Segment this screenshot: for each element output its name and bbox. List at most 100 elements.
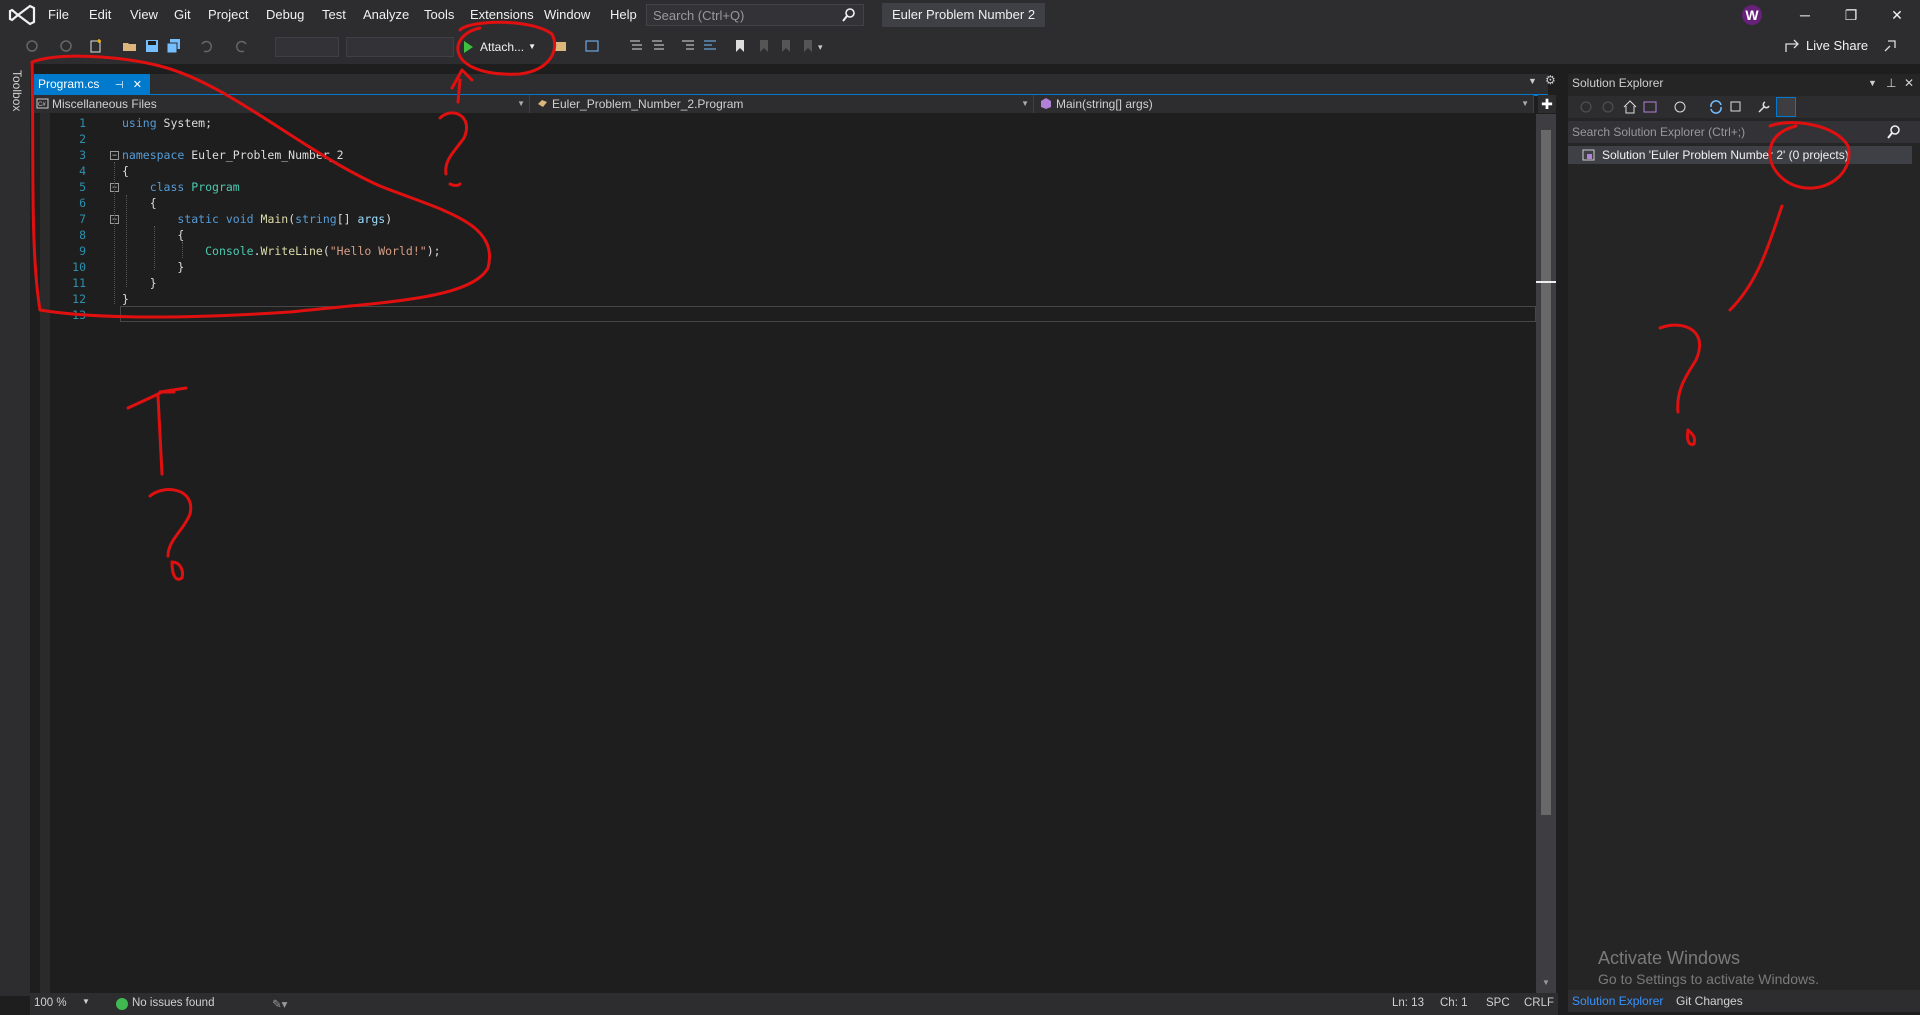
type-scope-dropdown[interactable]: Euler_Problem_Number_2.Program ▼ — [534, 95, 1034, 113]
solution-tree-node[interactable]: Solution 'Euler Problem Number 2' (0 pro… — [1568, 146, 1912, 164]
chevron-down-icon[interactable]: ▼ — [82, 997, 90, 1006]
window-position-dropdown-icon[interactable]: ▼ — [1868, 74, 1877, 92]
standard-toolbar: Attach... ▼ ▾ Live Share — [0, 30, 1920, 64]
check-circle-icon — [116, 998, 128, 1010]
step-into-icon[interactable] — [628, 38, 644, 54]
new-project-icon[interactable] — [88, 38, 104, 54]
tab-program-cs[interactable]: Program.cs ⊣ ✕ — [34, 74, 150, 94]
search-icon[interactable] — [1886, 124, 1902, 140]
outdent-icon[interactable] — [702, 38, 718, 54]
line-number: 11 — [72, 276, 86, 290]
code-line: } — [122, 260, 185, 274]
line-ending-status[interactable]: CRLF — [1524, 997, 1554, 1009]
tab-git-changes[interactable]: Git Changes — [1672, 990, 1747, 1012]
line-number-status: Ln: 13 — [1392, 997, 1424, 1009]
class-icon — [538, 100, 547, 107]
method-icon — [1041, 98, 1051, 109]
solution-explorer-header: Solution Explorer ▼ ⊥ ✕ — [1568, 74, 1920, 92]
next-bookmark-icon[interactable] — [778, 38, 794, 54]
auto-hide-pin-icon[interactable]: ⊥ — [1886, 74, 1896, 92]
whitespace-status[interactable]: SPC — [1486, 997, 1510, 1009]
title-bar: File Edit View Git Project Debug Test An… — [0, 0, 1920, 30]
prev-bookmark-icon[interactable] — [756, 38, 772, 54]
code-line: class Program — [149, 180, 240, 194]
project-scope-dropdown[interactable]: C# Miscellaneous Files ▼ — [34, 95, 530, 113]
restore-icon[interactable]: ❐ — [1828, 0, 1874, 30]
menu-extensions[interactable]: Extensions — [462, 0, 542, 30]
solution-icon — [1582, 149, 1595, 161]
tab-solution-explorer[interactable]: Solution Explorer — [1568, 990, 1667, 1012]
menu-edit[interactable]: Edit — [81, 0, 119, 30]
close-icon[interactable]: ✕ — [1904, 74, 1914, 92]
close-window-icon[interactable]: ✕ — [1874, 0, 1920, 30]
preview-selected-items-icon[interactable] — [1776, 97, 1796, 117]
indent-icon[interactable] — [680, 38, 696, 54]
member-scope-dropdown[interactable]: Main(string[] args) ▼ — [1038, 95, 1534, 113]
line-number: 13 — [72, 308, 86, 322]
solution-configuration-dropdown[interactable] — [275, 37, 339, 57]
issues-status[interactable]: No issues found — [132, 997, 214, 1009]
save-icon[interactable] — [144, 38, 160, 54]
menu-file[interactable]: File — [40, 0, 77, 30]
solution-platform-dropdown[interactable] — [346, 37, 454, 57]
save-all-icon[interactable] — [166, 38, 182, 54]
chevron-down-icon: ▼ — [1021, 99, 1029, 108]
open-file-icon[interactable] — [122, 38, 138, 54]
scroll-down-icon[interactable]: ▼ — [1542, 978, 1550, 987]
menu-git[interactable]: Git — [166, 0, 199, 30]
menu-analyze[interactable]: Analyze — [355, 0, 417, 30]
forward-icon[interactable] — [1600, 99, 1616, 115]
feedback-icon[interactable] — [1882, 38, 1898, 54]
pending-changes-filter-icon[interactable] — [1672, 99, 1688, 115]
switch-views-icon[interactable] — [1642, 99, 1658, 115]
menu-test[interactable]: Test — [314, 0, 354, 30]
menu-help[interactable]: Help — [602, 0, 645, 30]
code-line: { — [122, 196, 157, 210]
toolbox-tab[interactable]: Toolbox — [10, 70, 24, 130]
search-input[interactable]: Search (Ctrl+Q) — [646, 4, 864, 26]
undo-icon[interactable] — [198, 38, 214, 54]
zoom-level-dropdown[interactable]: 100 % — [34, 997, 67, 1009]
screenshot-icon[interactable] — [584, 38, 600, 54]
chevron-down-icon[interactable]: ▼ — [528, 36, 536, 58]
clear-bookmarks-icon[interactable] — [800, 38, 816, 54]
solution-explorer-search-input[interactable]: Search Solution Explorer (Ctrl+;) — [1568, 121, 1920, 143]
line-number: 9 — [79, 244, 86, 258]
gear-icon[interactable]: ⚙ — [1545, 73, 1556, 87]
menu-tools[interactable]: Tools — [416, 0, 462, 30]
menu-debug[interactable]: Debug — [258, 0, 312, 30]
sync-icon[interactable] — [1708, 99, 1724, 115]
cleanup-brush-icon[interactable]: ✎▾ — [272, 997, 287, 1011]
split-editor-icon[interactable]: ✚ — [1538, 95, 1556, 113]
navigate-back-icon[interactable] — [24, 38, 40, 54]
toolbar-overflow-icon[interactable]: ▾ — [818, 42, 823, 53]
menu-window[interactable]: Window — [536, 0, 598, 30]
editor-status-bar: 100 % ▼ No issues found ✎▾ Ln: 13 Ch: 1 … — [30, 993, 1558, 1015]
back-icon[interactable] — [1578, 99, 1594, 115]
browser-link-icon[interactable] — [552, 38, 568, 54]
line-number: 6 — [79, 196, 86, 210]
column-status: Ch: 1 — [1440, 997, 1468, 1009]
pin-icon[interactable]: ⊣ — [115, 80, 124, 91]
code-line: { — [122, 228, 185, 242]
navigate-forward-icon[interactable] — [58, 38, 74, 54]
bookmark-icon[interactable] — [732, 38, 748, 54]
solution-explorer-title: Solution Explorer — [1572, 76, 1664, 90]
menu-view[interactable]: View — [122, 0, 166, 30]
visual-studio-logo-icon[interactable] — [8, 4, 36, 26]
editor-scroll-thumb[interactable] — [1541, 130, 1551, 815]
account-avatar[interactable]: W — [1742, 5, 1762, 25]
line-number: 5 — [79, 180, 86, 194]
properties-wrench-icon[interactable] — [1756, 99, 1772, 115]
minimize-icon[interactable]: ─ — [1782, 0, 1828, 30]
live-share-button[interactable]: Live Share — [1784, 38, 1868, 53]
tab-list-dropdown-icon[interactable]: ▼ — [1528, 76, 1537, 86]
collapse-all-icon[interactable] — [1728, 99, 1744, 115]
attach-button[interactable]: Attach... ▼ — [458, 36, 538, 58]
menu-project[interactable]: Project — [200, 0, 256, 30]
home-icon[interactable] — [1622, 99, 1638, 115]
redo-icon[interactable] — [234, 38, 250, 54]
step-over-icon[interactable] — [650, 38, 666, 54]
collapse-namespace-icon[interactable]: − — [110, 151, 119, 160]
close-icon[interactable]: ✕ — [133, 79, 142, 91]
